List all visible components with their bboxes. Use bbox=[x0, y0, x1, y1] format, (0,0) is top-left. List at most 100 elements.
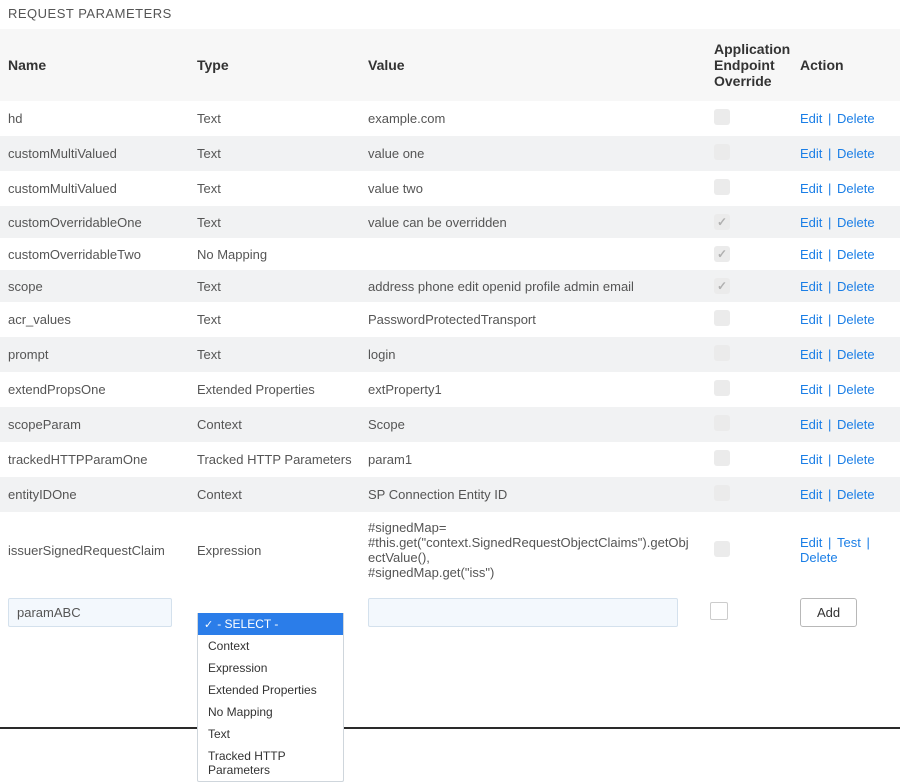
action-separator: | bbox=[863, 535, 870, 550]
aeo-checkbox[interactable] bbox=[714, 214, 730, 230]
cell-name: issuerSignedRequestClaim bbox=[0, 512, 189, 588]
cell-name: scopeParam bbox=[0, 407, 189, 442]
cell-name: scope bbox=[0, 270, 189, 302]
cell-type: Context bbox=[189, 407, 360, 442]
action-separator: | bbox=[824, 181, 835, 196]
cell-value: value one bbox=[360, 136, 702, 171]
delete-link[interactable]: Delete bbox=[837, 215, 875, 230]
table-row: acr_valuesTextPasswordProtectedTransport… bbox=[0, 302, 900, 337]
cell-type: No Mapping bbox=[189, 238, 360, 270]
delete-link[interactable]: Delete bbox=[837, 382, 875, 397]
dropdown-option[interactable]: Context bbox=[198, 635, 343, 657]
aeo-checkbox[interactable] bbox=[714, 485, 730, 501]
cell-aeo bbox=[702, 512, 792, 588]
edit-link[interactable]: Edit bbox=[800, 215, 822, 230]
section-title: REQUEST PARAMETERS bbox=[0, 0, 900, 29]
aeo-checkbox[interactable] bbox=[714, 109, 730, 125]
new-row-table: - SELECT -ContextExpressionExtended Prop… bbox=[0, 588, 900, 637]
action-separator: | bbox=[824, 215, 835, 230]
action-separator: | bbox=[824, 111, 835, 126]
aeo-checkbox[interactable] bbox=[714, 541, 730, 557]
delete-link[interactable]: Delete bbox=[837, 146, 875, 161]
delete-link[interactable]: Delete bbox=[800, 550, 838, 565]
edit-link[interactable]: Edit bbox=[800, 312, 822, 327]
table-row: customMultiValuedTextvalue oneEdit | Del… bbox=[0, 136, 900, 171]
cell-value: address phone edit openid profile admin … bbox=[360, 270, 702, 302]
table-row: customOverridableTwoNo MappingEdit | Del… bbox=[0, 238, 900, 270]
cell-type: Text bbox=[189, 206, 360, 238]
request-parameters-table: Name Type Value Application Endpoint Ove… bbox=[0, 29, 900, 588]
aeo-checkbox[interactable] bbox=[714, 345, 730, 361]
delete-link[interactable]: Delete bbox=[837, 312, 875, 327]
dropdown-option[interactable]: Extended Properties bbox=[198, 679, 343, 701]
cell-value: #signedMap= #this.get("context.SignedReq… bbox=[360, 512, 702, 588]
aeo-checkbox[interactable] bbox=[714, 278, 730, 294]
cell-name: entityIDOne bbox=[0, 477, 189, 512]
aeo-checkbox[interactable] bbox=[714, 310, 730, 326]
cell-type: Text bbox=[189, 337, 360, 372]
delete-link[interactable]: Delete bbox=[837, 417, 875, 432]
cell-aeo bbox=[702, 101, 792, 136]
aeo-checkbox[interactable] bbox=[714, 246, 730, 262]
cell-type: Text bbox=[189, 302, 360, 337]
delete-link[interactable]: Delete bbox=[837, 347, 875, 362]
delete-link[interactable]: Delete bbox=[837, 279, 875, 294]
aeo-checkbox[interactable] bbox=[714, 380, 730, 396]
table-row: extendPropsOneExtended PropertiesextProp… bbox=[0, 372, 900, 407]
edit-link[interactable]: Edit bbox=[800, 181, 822, 196]
cell-value: SP Connection Entity ID bbox=[360, 477, 702, 512]
cell-type: Extended Properties bbox=[189, 372, 360, 407]
edit-link[interactable]: Edit bbox=[800, 487, 822, 502]
table-row: scopeTextaddress phone edit openid profi… bbox=[0, 270, 900, 302]
cell-type: Expression bbox=[189, 512, 360, 588]
cell-name: extendPropsOne bbox=[0, 372, 189, 407]
cell-aeo bbox=[702, 270, 792, 302]
delete-link[interactable]: Delete bbox=[837, 247, 875, 262]
cell-action: Edit | Delete bbox=[792, 442, 900, 477]
col-header-value: Value bbox=[360, 29, 702, 101]
cell-name: trackedHTTPParamOne bbox=[0, 442, 189, 477]
new-param-name-input[interactable] bbox=[8, 598, 172, 627]
cell-aeo bbox=[702, 337, 792, 372]
edit-link[interactable]: Edit bbox=[800, 382, 822, 397]
aeo-checkbox[interactable] bbox=[714, 415, 730, 431]
dropdown-option[interactable]: No Mapping bbox=[198, 701, 343, 723]
edit-link[interactable]: Edit bbox=[800, 146, 822, 161]
cell-value: Scope bbox=[360, 407, 702, 442]
add-button[interactable]: Add bbox=[800, 598, 857, 627]
edit-link[interactable]: Edit bbox=[800, 417, 822, 432]
dropdown-selected-option[interactable]: - SELECT - bbox=[198, 613, 343, 635]
aeo-checkbox[interactable] bbox=[714, 179, 730, 195]
test-link[interactable]: Test bbox=[837, 535, 861, 550]
delete-link[interactable]: Delete bbox=[837, 452, 875, 467]
cell-name: customOverridableOne bbox=[0, 206, 189, 238]
cell-aeo bbox=[702, 206, 792, 238]
new-param-aeo-checkbox[interactable] bbox=[710, 602, 728, 620]
aeo-checkbox[interactable] bbox=[714, 144, 730, 160]
cell-aeo bbox=[702, 477, 792, 512]
cell-action: Edit | Delete bbox=[792, 407, 900, 442]
edit-link[interactable]: Edit bbox=[800, 347, 822, 362]
col-header-name: Name bbox=[0, 29, 189, 101]
cell-type: Tracked HTTP Parameters bbox=[189, 442, 360, 477]
edit-link[interactable]: Edit bbox=[800, 111, 822, 126]
delete-link[interactable]: Delete bbox=[837, 111, 875, 126]
action-separator: | bbox=[824, 279, 835, 294]
dropdown-option[interactable]: Text bbox=[198, 723, 343, 745]
cell-action: Edit | Delete bbox=[792, 302, 900, 337]
cell-value bbox=[360, 238, 702, 270]
new-param-value-input[interactable] bbox=[368, 598, 678, 627]
col-header-action: Action bbox=[792, 29, 900, 101]
edit-link[interactable]: Edit bbox=[800, 535, 822, 550]
edit-link[interactable]: Edit bbox=[800, 247, 822, 262]
dropdown-option[interactable]: Tracked HTTP Parameters bbox=[198, 745, 343, 781]
cell-action: Edit | Delete bbox=[792, 477, 900, 512]
cell-name: acr_values bbox=[0, 302, 189, 337]
edit-link[interactable]: Edit bbox=[800, 452, 822, 467]
cell-value: example.com bbox=[360, 101, 702, 136]
edit-link[interactable]: Edit bbox=[800, 279, 822, 294]
delete-link[interactable]: Delete bbox=[837, 487, 875, 502]
table-row: scopeParamContextScope Edit | Delete bbox=[0, 407, 900, 442]
aeo-checkbox[interactable] bbox=[714, 450, 730, 466]
delete-link[interactable]: Delete bbox=[837, 181, 875, 196]
